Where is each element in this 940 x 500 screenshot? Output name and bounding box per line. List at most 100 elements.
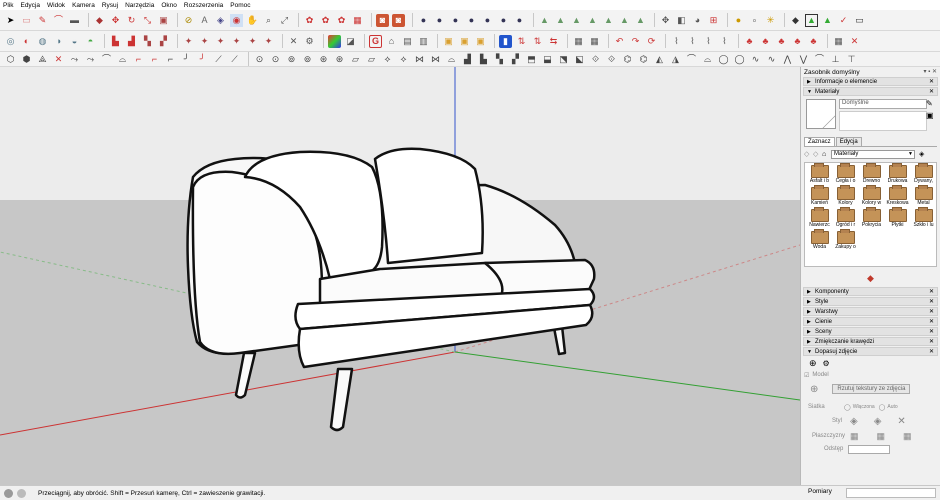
twist-icon[interactable]: ⌇ bbox=[686, 35, 699, 48]
shape-icon[interactable]: ⊛ bbox=[317, 53, 330, 66]
shape-icon[interactable]: ⟐ bbox=[605, 53, 618, 66]
shape-icon[interactable]: ⟡ bbox=[397, 53, 410, 66]
material-folder[interactable]: Drewno bbox=[859, 163, 884, 186]
make-group-icon[interactable]: ◎ bbox=[4, 35, 17, 48]
grid-auto-radio[interactable]: ◯ bbox=[879, 404, 886, 411]
menu-edit[interactable]: Edycja bbox=[20, 2, 40, 9]
offset-icon[interactable]: ▣ bbox=[157, 14, 170, 27]
arc-icon[interactable]: ⌒ bbox=[52, 14, 65, 27]
shape-icon[interactable]: ⊛ bbox=[333, 53, 346, 66]
tape-measure-icon[interactable]: ⊘ bbox=[182, 14, 195, 27]
components-icon[interactable]: ▦ bbox=[351, 14, 364, 27]
grid-style-icon[interactable]: ✕ bbox=[897, 416, 905, 427]
flip-edge-icon[interactable]: ▲ bbox=[634, 14, 647, 27]
grid-style-icon[interactable]: ◈ bbox=[850, 416, 858, 427]
material-folder[interactable]: Woda bbox=[807, 229, 832, 252]
sandbox-from-contours-icon[interactable]: ▲ bbox=[538, 14, 551, 27]
shape-icon[interactable]: ⋈ bbox=[413, 53, 426, 66]
walk-icon[interactable]: ◧ bbox=[675, 14, 688, 27]
tools-icon[interactable]: ✕ bbox=[287, 35, 300, 48]
panel-entity-info[interactable]: ▶ Informacje o elemencie ✕ bbox=[803, 77, 938, 86]
model-info-icon[interactable]: ▲ bbox=[821, 14, 834, 27]
shape-icon[interactable]: ∿ bbox=[749, 53, 762, 66]
project-textures-button[interactable]: Rzutuj tekstury ze zdjęcia bbox=[832, 384, 911, 394]
box-icon[interactable]: ▣ bbox=[442, 35, 455, 48]
menu-tools[interactable]: Narzędzia bbox=[125, 2, 154, 9]
g3-plugin-icon[interactable]: G bbox=[369, 34, 382, 48]
shape-icon[interactable]: ⋁ bbox=[797, 53, 810, 66]
warehouse-icon[interactable]: ✿ bbox=[303, 14, 316, 27]
close-icon[interactable]: ✕ bbox=[929, 288, 934, 295]
color-picker-icon[interactable] bbox=[328, 34, 341, 48]
model-viewport[interactable] bbox=[0, 67, 800, 485]
arrows-mirror-icon[interactable]: ⇆ bbox=[547, 35, 560, 48]
view-iso-icon[interactable]: ● bbox=[417, 14, 430, 27]
view-left-icon[interactable]: ● bbox=[497, 14, 510, 27]
close-icon[interactable]: ✕ bbox=[929, 298, 934, 305]
close-panel-icon[interactable]: ✕ bbox=[848, 35, 861, 48]
shape-icon[interactable]: ⌐ bbox=[132, 53, 145, 66]
shape-icon[interactable]: ▙ bbox=[477, 53, 490, 66]
material-folder[interactable]: Kamień bbox=[807, 185, 832, 208]
section-plane-icon[interactable]: ⊞ bbox=[707, 14, 720, 27]
close-icon[interactable]: ✕ bbox=[929, 318, 934, 325]
outer-shell-icon[interactable]: ◍ bbox=[36, 35, 49, 48]
arrows-up-icon[interactable]: ⇅ bbox=[515, 35, 528, 48]
close-icon[interactable]: ✕ bbox=[929, 328, 934, 335]
sandbox-from-scratch-icon[interactable]: ▲ bbox=[554, 14, 567, 27]
subdivide-icon[interactable]: ✦ bbox=[246, 35, 259, 48]
close-icon[interactable]: ✕ bbox=[929, 348, 934, 355]
bush-icon[interactable]: ♣ bbox=[807, 35, 820, 48]
subtract-icon[interactable]: ◓ bbox=[84, 35, 97, 48]
shape-icon[interactable]: ⟋ bbox=[228, 53, 241, 66]
shape-icon[interactable]: ◮ bbox=[669, 53, 682, 66]
shape-icon[interactable]: ⟐ bbox=[589, 53, 602, 66]
menu-view[interactable]: Widok bbox=[47, 2, 65, 9]
shape-icon[interactable]: ⌐ bbox=[148, 53, 161, 66]
bend-icon[interactable]: ⌇ bbox=[670, 35, 683, 48]
share-model-icon[interactable]: ✿ bbox=[319, 14, 332, 27]
explode-icon[interactable]: ▞ bbox=[157, 35, 170, 48]
outliner-icon[interactable]: ▚ bbox=[141, 35, 154, 48]
material-folder[interactable]: Kolory w bbox=[859, 185, 884, 208]
shape-icon[interactable]: ╯ bbox=[180, 53, 193, 66]
close-icon[interactable]: ✕ bbox=[929, 308, 934, 315]
details-icon[interactable]: ◈ bbox=[919, 150, 928, 158]
hide-icon[interactable]: ▥ bbox=[417, 35, 430, 48]
spacing-input[interactable] bbox=[848, 444, 890, 454]
fog-icon[interactable]: ∘ bbox=[748, 14, 761, 27]
rotate-ccw-icon[interactable]: ↷ bbox=[629, 35, 642, 48]
view-back-icon[interactable]: ● bbox=[481, 14, 494, 27]
blue-panel-icon[interactable]: ▮ bbox=[499, 34, 512, 48]
position-camera-icon[interactable]: ✥ bbox=[659, 14, 672, 27]
panel-components[interactable]: ▶ Komponenty ✕ bbox=[803, 287, 938, 296]
measurements-input[interactable] bbox=[846, 488, 936, 498]
shape-icon[interactable]: ◯ bbox=[717, 53, 730, 66]
panel-scenes[interactable]: ▶ Sceny ✕ bbox=[803, 327, 938, 336]
shape-icon[interactable]: ∿ bbox=[765, 53, 778, 66]
material-folder[interactable]: Pokrycia bbox=[859, 207, 884, 230]
style-builder-icon[interactable]: ◙ bbox=[392, 13, 405, 27]
view-bottom-icon[interactable]: ● bbox=[513, 14, 526, 27]
move-icon[interactable]: ✥ bbox=[109, 14, 122, 27]
plant-icon[interactable]: ♣ bbox=[759, 35, 772, 48]
plane-icon[interactable]: ▦ bbox=[877, 431, 886, 442]
fredo-scale-icon[interactable]: ✦ bbox=[262, 35, 275, 48]
shape-icon[interactable]: ⌬ bbox=[637, 53, 650, 66]
view-right-icon[interactable]: ● bbox=[465, 14, 478, 27]
weld-icon[interactable]: ✦ bbox=[198, 35, 211, 48]
geo-location-icon[interactable] bbox=[17, 488, 26, 498]
create-material-icon[interactable]: ▣ bbox=[926, 111, 936, 120]
menu-file[interactable]: Plik bbox=[3, 2, 13, 9]
frame-icon[interactable]: ▭ bbox=[853, 14, 866, 27]
panel-match-photo[interactable]: ▼ Dopasuj zdjęcie ✕ bbox=[803, 347, 938, 356]
paint-bucket-icon[interactable]: ◈ bbox=[214, 14, 227, 27]
photo-settings-icon[interactable]: ⚙ bbox=[823, 359, 830, 368]
pencil-icon[interactable]: ✎ bbox=[926, 99, 936, 108]
shape-icon[interactable]: ◭ bbox=[653, 53, 666, 66]
rotate-icon[interactable]: ↻ bbox=[125, 14, 138, 27]
distribute-icon[interactable]: ▦ bbox=[588, 35, 601, 48]
shape-icon[interactable]: ⊥ bbox=[829, 53, 842, 66]
shape-icon[interactable]: ⬓ bbox=[541, 53, 554, 66]
follow-me-icon[interactable]: ▙ bbox=[109, 35, 122, 48]
